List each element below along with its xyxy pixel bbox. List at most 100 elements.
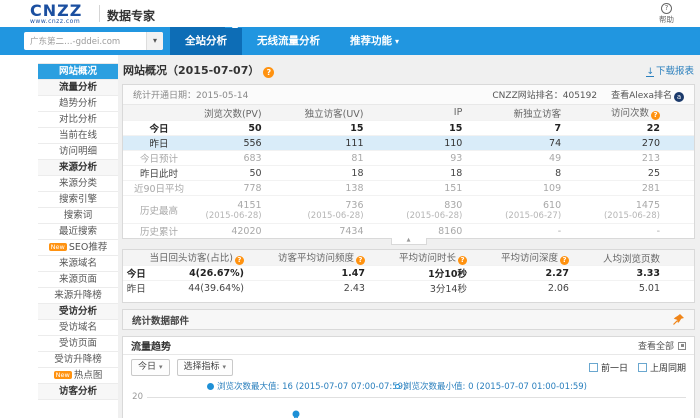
cell-date: (2015-06-27) bbox=[496, 211, 561, 221]
sidebar-section-visited-analysis[interactable]: 受访分析 bbox=[38, 304, 118, 320]
sidebar-item-site-overview[interactable]: 网站概况 bbox=[38, 64, 118, 80]
tab-wireless-traffic[interactable]: 无线流量分析 bbox=[242, 27, 335, 55]
site-selector-value[interactable]: 广东第二…-gddei.com bbox=[24, 35, 146, 47]
col-label: 浏览次数(PV) bbox=[204, 109, 262, 120]
sidebar-item-source-category[interactable]: 来源分类 bbox=[38, 176, 118, 192]
cell-value: 5.01 bbox=[603, 281, 694, 296]
period-dropdown[interactable]: 今日▾ bbox=[131, 359, 170, 376]
sidebar-item-visited-domain[interactable]: 受访域名 bbox=[38, 320, 118, 336]
sidebar-item-search-engine[interactable]: 搜索引擎 bbox=[38, 192, 118, 208]
cell-value: 109 bbox=[496, 181, 595, 196]
metric-dropdown[interactable]: 选择指标▾ bbox=[177, 359, 234, 376]
download-report-link[interactable]: ↓下载报表 bbox=[646, 63, 694, 77]
menu-label: 受访页面 bbox=[59, 338, 97, 349]
menu-label: 受访升降榜 bbox=[54, 354, 102, 365]
title-help-icon[interactable]: ? bbox=[263, 67, 274, 78]
tab-label: 推荐功能 bbox=[350, 35, 392, 47]
tab-recommended-features[interactable]: 推荐功能▾ bbox=[335, 27, 414, 55]
cell-number: 736 bbox=[345, 200, 363, 211]
trend-title: 流量趋势 bbox=[131, 338, 171, 353]
help-question-icon[interactable]: ? bbox=[661, 3, 672, 14]
sidebar-section-visitor-analysis[interactable]: 访客分析 bbox=[38, 384, 118, 400]
stats-widget-title: 统计数据部件 bbox=[132, 313, 189, 327]
cell-value: 830(2015-06-28) bbox=[398, 196, 497, 224]
column-help-icon[interactable]: ? bbox=[356, 256, 365, 265]
sidebar-item-seo-recommend[interactable]: NewSEO推荐 bbox=[38, 240, 118, 256]
site-selector-dropdown[interactable]: 广东第二…-gddei.com ▾ bbox=[24, 32, 163, 50]
menu-label: 来源域名 bbox=[59, 258, 97, 269]
main-content: 网站概况（2015-07-07）? ↓下载报表 统计开通日期：2015-05-1… bbox=[122, 61, 695, 418]
cell-value: 213 bbox=[595, 151, 694, 166]
view-all-link[interactable]: 查看全部 bbox=[638, 339, 686, 352]
collapse-table-button[interactable]: ▲ bbox=[391, 238, 427, 245]
cell-number: 1475 bbox=[636, 200, 660, 211]
period-value: 今日 bbox=[138, 362, 156, 372]
cell-value: 49 bbox=[496, 151, 595, 166]
sidebar-section-source-analysis[interactable]: 来源分析 bbox=[38, 160, 118, 176]
menu-label: 对比分析 bbox=[59, 114, 97, 125]
sidebar-item-compare-analysis[interactable]: 对比分析 bbox=[38, 112, 118, 128]
compare-prev-week-checkbox[interactable]: 上周同期 bbox=[638, 361, 686, 374]
pin-icon[interactable] bbox=[672, 313, 685, 326]
caret-down-icon: ▾ bbox=[159, 363, 163, 371]
caret-down-icon: ▾ bbox=[395, 37, 399, 46]
sidebar-item-heatmap[interactable]: New热点图 bbox=[38, 368, 118, 384]
sidebar-item-source-page[interactable]: 来源页面 bbox=[38, 272, 118, 288]
column-help-icon[interactable]: ? bbox=[560, 256, 569, 265]
help-button[interactable]: ? 帮助 bbox=[659, 2, 674, 25]
cell-value: 2.43 bbox=[278, 281, 399, 296]
checkbox-icon[interactable] bbox=[589, 363, 598, 372]
max-point-icon bbox=[207, 383, 214, 390]
logo-divider bbox=[99, 5, 100, 22]
checkbox-icon[interactable] bbox=[638, 363, 647, 372]
cell-value: 138 bbox=[296, 181, 398, 196]
row-label: 历史最高 bbox=[123, 196, 195, 224]
sidebar-section-traffic-analysis[interactable]: 流量分析 bbox=[38, 80, 118, 96]
help-label: 帮助 bbox=[659, 14, 674, 25]
tab-label: 无线流量分析 bbox=[257, 35, 320, 47]
nav-tabs: 全站分析 无线流量分析 推荐功能▾ bbox=[170, 27, 414, 55]
sidebar-item-visit-details[interactable]: 访问明细 bbox=[38, 144, 118, 160]
compare-options: 前一日 上周同期 bbox=[589, 361, 686, 374]
cell-value: 44(39.64%) bbox=[150, 281, 278, 296]
site-selector-caret-icon[interactable]: ▾ bbox=[146, 32, 163, 50]
cell-value: 610(2015-06-27) bbox=[496, 196, 595, 224]
cell-value: 270 bbox=[595, 136, 694, 151]
sidebar-item-visited-ranking[interactable]: 受访升降榜 bbox=[38, 352, 118, 368]
trend-chart: 20 15 bbox=[123, 394, 694, 418]
menu-label: 受访分析 bbox=[59, 306, 97, 317]
alexa-rank-link[interactable]: 查看Alexa排名a bbox=[611, 88, 684, 102]
cell-value: 111 bbox=[296, 136, 398, 151]
table-row-historical-high: 历史最高 4151(2015-06-28) 736(2015-06-28) 83… bbox=[123, 196, 694, 224]
trend-controls: 今日▾ 选择指标▾ 前一日 上周同期 bbox=[123, 355, 694, 380]
compare-prev-day-checkbox[interactable]: 前一日 bbox=[589, 361, 628, 374]
sidebar-item-recent-search[interactable]: 最近搜索 bbox=[38, 224, 118, 240]
cnzz-logo-url: www.cnzz.com bbox=[30, 19, 82, 25]
col-uv: 独立访客(UV) bbox=[296, 105, 398, 121]
tab-full-site-analysis[interactable]: 全站分析 bbox=[170, 27, 242, 55]
col-visits: 访问次数? bbox=[595, 105, 694, 121]
cell-value: 8 bbox=[496, 166, 595, 181]
cell-value: 81 bbox=[296, 151, 398, 166]
sidebar-item-source-ranking[interactable]: 来源升降榜 bbox=[38, 288, 118, 304]
cnzz-logo: CNZZ www.cnzz.com bbox=[30, 3, 82, 25]
column-help-icon[interactable]: ? bbox=[651, 111, 660, 120]
column-help-icon[interactable]: ? bbox=[235, 256, 244, 265]
sidebar-item-trend-analysis[interactable]: 趋势分析 bbox=[38, 96, 118, 112]
column-help-icon[interactable]: ? bbox=[458, 256, 467, 265]
sidebar-item-source-domain[interactable]: 来源域名 bbox=[38, 256, 118, 272]
sidebar-item-current-online[interactable]: 当前在线 bbox=[38, 128, 118, 144]
sidebar-item-search-words[interactable]: 搜索词 bbox=[38, 208, 118, 224]
cell-value: 2.06 bbox=[501, 281, 603, 296]
sidebar-item-visited-page[interactable]: 受访页面 bbox=[38, 336, 118, 352]
menu-label: SEO推荐 bbox=[69, 242, 108, 253]
cell-date: (2015-06-28) bbox=[296, 211, 364, 221]
engagement-box: 当日回头访客(占比)? 访客平均访问频度? 平均访问时长? 平均访问深度? 人均… bbox=[122, 249, 695, 303]
cell-date: (2015-06-28) bbox=[195, 211, 262, 221]
trend-header: 流量趋势 查看全部 bbox=[123, 337, 694, 355]
row-label: 昨日此时 bbox=[123, 166, 195, 181]
cell-value: 556 bbox=[195, 136, 296, 151]
min-value-annotation: 浏览次数最小值: 0 (2015-07-07 01:00-01:59) bbox=[395, 380, 587, 392]
new-badge: New bbox=[49, 243, 67, 251]
stats-widget-bar: 统计数据部件 bbox=[122, 309, 695, 330]
